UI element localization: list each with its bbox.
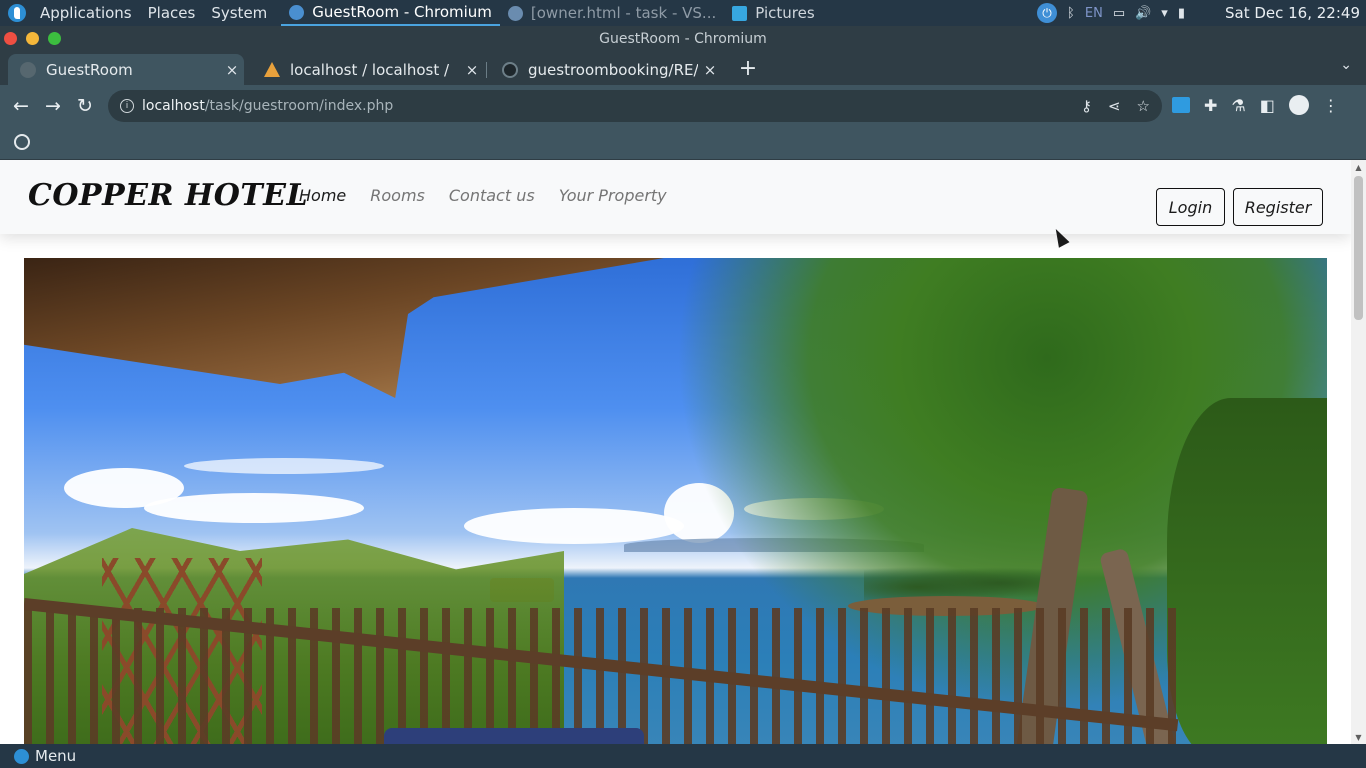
scroll-up-arrow-icon[interactable]: ▲	[1351, 160, 1366, 174]
scrollbar-thumb[interactable]	[1354, 176, 1363, 320]
back-button[interactable]: ←	[8, 93, 34, 119]
desktop-top-panel: Applications Places System GuestRoom - C…	[0, 0, 1366, 26]
scroll-down-arrow-icon[interactable]: ▼	[1351, 730, 1366, 744]
desktop-bottom-panel: Menu	[0, 744, 1366, 768]
thatched-roof	[24, 258, 664, 398]
site-info-icon[interactable]: i	[120, 99, 134, 113]
applications-menu[interactable]: Applications	[32, 0, 140, 26]
taskbar-item-chromium[interactable]: GuestRoom - Chromium	[281, 0, 500, 26]
system-menu[interactable]: System	[203, 0, 275, 26]
url-host: localhost	[142, 98, 205, 114]
taskbar-item-label: GuestRoom - Chromium	[312, 3, 492, 21]
taskbar-item-label: [owner.html - task - VS...	[530, 4, 717, 22]
browser-titlebar: GuestRoom - Chromium	[0, 26, 1366, 52]
nav-contact-us[interactable]: Contact us	[449, 186, 535, 205]
nav-your-property[interactable]: Your Property	[559, 186, 667, 205]
vscode-icon	[507, 5, 523, 21]
system-tray: ⏻ ᛒ EN ▭ 🔊 ▾ ▮ Sat Dec 16, 22:49	[1037, 0, 1366, 26]
puzzle-extensions-icon[interactable]: ✚	[1204, 96, 1217, 115]
power-icon[interactable]: ⏻	[1037, 3, 1058, 23]
globe-favicon-icon	[20, 61, 36, 78]
tab-separator	[486, 62, 487, 78]
tab-github-readme[interactable]: guestroombooking/RE/ ×	[490, 54, 722, 85]
tab-guestroom[interactable]: GuestRoom ×	[8, 54, 244, 85]
tab-close-icon[interactable]: ×	[460, 61, 484, 79]
hero-image	[24, 258, 1327, 744]
tab-label: guestroombooking/RE/	[528, 60, 698, 79]
new-tab-button[interactable]: +	[735, 55, 761, 81]
taskbar-item-pictures[interactable]: Pictures	[724, 0, 822, 26]
taskbar-item-vscode[interactable]: [owner.html - task - VS...	[500, 0, 724, 26]
volume-icon[interactable]: 🔊	[1135, 6, 1151, 21]
app-menu-logo-icon[interactable]	[8, 4, 26, 22]
phpmyadmin-favicon-icon	[264, 62, 280, 77]
extensions-bar: ✚ ⚗ ◧ ⋮	[1172, 95, 1339, 115]
menu-logo-icon[interactable]	[14, 748, 29, 764]
kebab-menu-icon[interactable]: ⋮	[1323, 96, 1339, 115]
browser-toolbar: ← → ↻ i localhost /task/guestroom/index.…	[0, 85, 1366, 127]
nav-rooms[interactable]: Rooms	[370, 186, 425, 205]
tab-phpmyadmin[interactable]: localhost / localhost / ×	[252, 54, 484, 85]
folder-icon	[732, 5, 748, 21]
tab-close-icon[interactable]: ×	[220, 61, 244, 79]
nav-home[interactable]: Home	[299, 186, 346, 205]
tab-close-icon[interactable]: ×	[698, 61, 722, 79]
clock[interactable]: Sat Dec 16, 22:49	[1225, 4, 1360, 22]
reading-extension-icon[interactable]	[1172, 97, 1190, 113]
main-nav: Home Rooms Contact us Your Property	[299, 186, 667, 205]
brand-logo[interactable]: COPPER HOTEL	[28, 178, 308, 213]
keyboard-layout-indicator[interactable]: EN	[1085, 6, 1103, 21]
reload-button[interactable]: ↻	[72, 93, 98, 119]
page-viewport: COPPER HOTEL Home Rooms Contact us Your …	[0, 160, 1351, 744]
bookmarks-bar	[0, 127, 1366, 160]
register-button[interactable]: Register	[1233, 188, 1323, 226]
forward-button[interactable]: →	[40, 93, 66, 119]
labs-flask-icon[interactable]: ⚗	[1231, 96, 1245, 115]
bookmark-globe-icon[interactable]	[14, 134, 30, 150]
bluetooth-icon[interactable]: ᛒ	[1067, 6, 1075, 21]
display-icon[interactable]: ▭	[1113, 6, 1125, 21]
url-path: /task/guestroom/index.php	[204, 98, 394, 114]
menu-button[interactable]: Menu	[35, 747, 76, 765]
share-icon[interactable]: ⋖	[1108, 97, 1121, 115]
tab-strip: GuestRoom × localhost / localhost / × gu…	[0, 52, 1366, 85]
window-title: GuestRoom - Chromium	[599, 31, 767, 47]
tab-label: localhost / localhost /	[290, 60, 450, 79]
github-favicon-icon	[502, 61, 518, 78]
bookmark-star-icon[interactable]: ☆	[1137, 97, 1150, 115]
tab-search-chevron-icon[interactable]: ⌄	[1340, 57, 1352, 73]
wifi-icon[interactable]: ▾	[1161, 6, 1168, 21]
taskbar-item-label: Pictures	[755, 4, 815, 22]
profile-avatar-icon[interactable]	[1288, 95, 1309, 115]
page-scrollbar[interactable]: ▲ ▼	[1351, 160, 1366, 744]
places-menu[interactable]: Places	[140, 0, 204, 26]
site-navbar: COPPER HOTEL Home Rooms Contact us Your …	[0, 160, 1351, 234]
tab-label: GuestRoom	[46, 60, 133, 79]
battery-icon[interactable]: ▮	[1178, 6, 1185, 21]
chromium-icon	[289, 4, 305, 20]
key-icon[interactable]: ⚷	[1081, 97, 1092, 115]
side-panel-icon[interactable]: ◧	[1260, 96, 1275, 115]
login-button[interactable]: Login	[1156, 188, 1225, 226]
address-bar[interactable]: i localhost /task/guestroom/index.php ⚷ …	[108, 90, 1162, 122]
